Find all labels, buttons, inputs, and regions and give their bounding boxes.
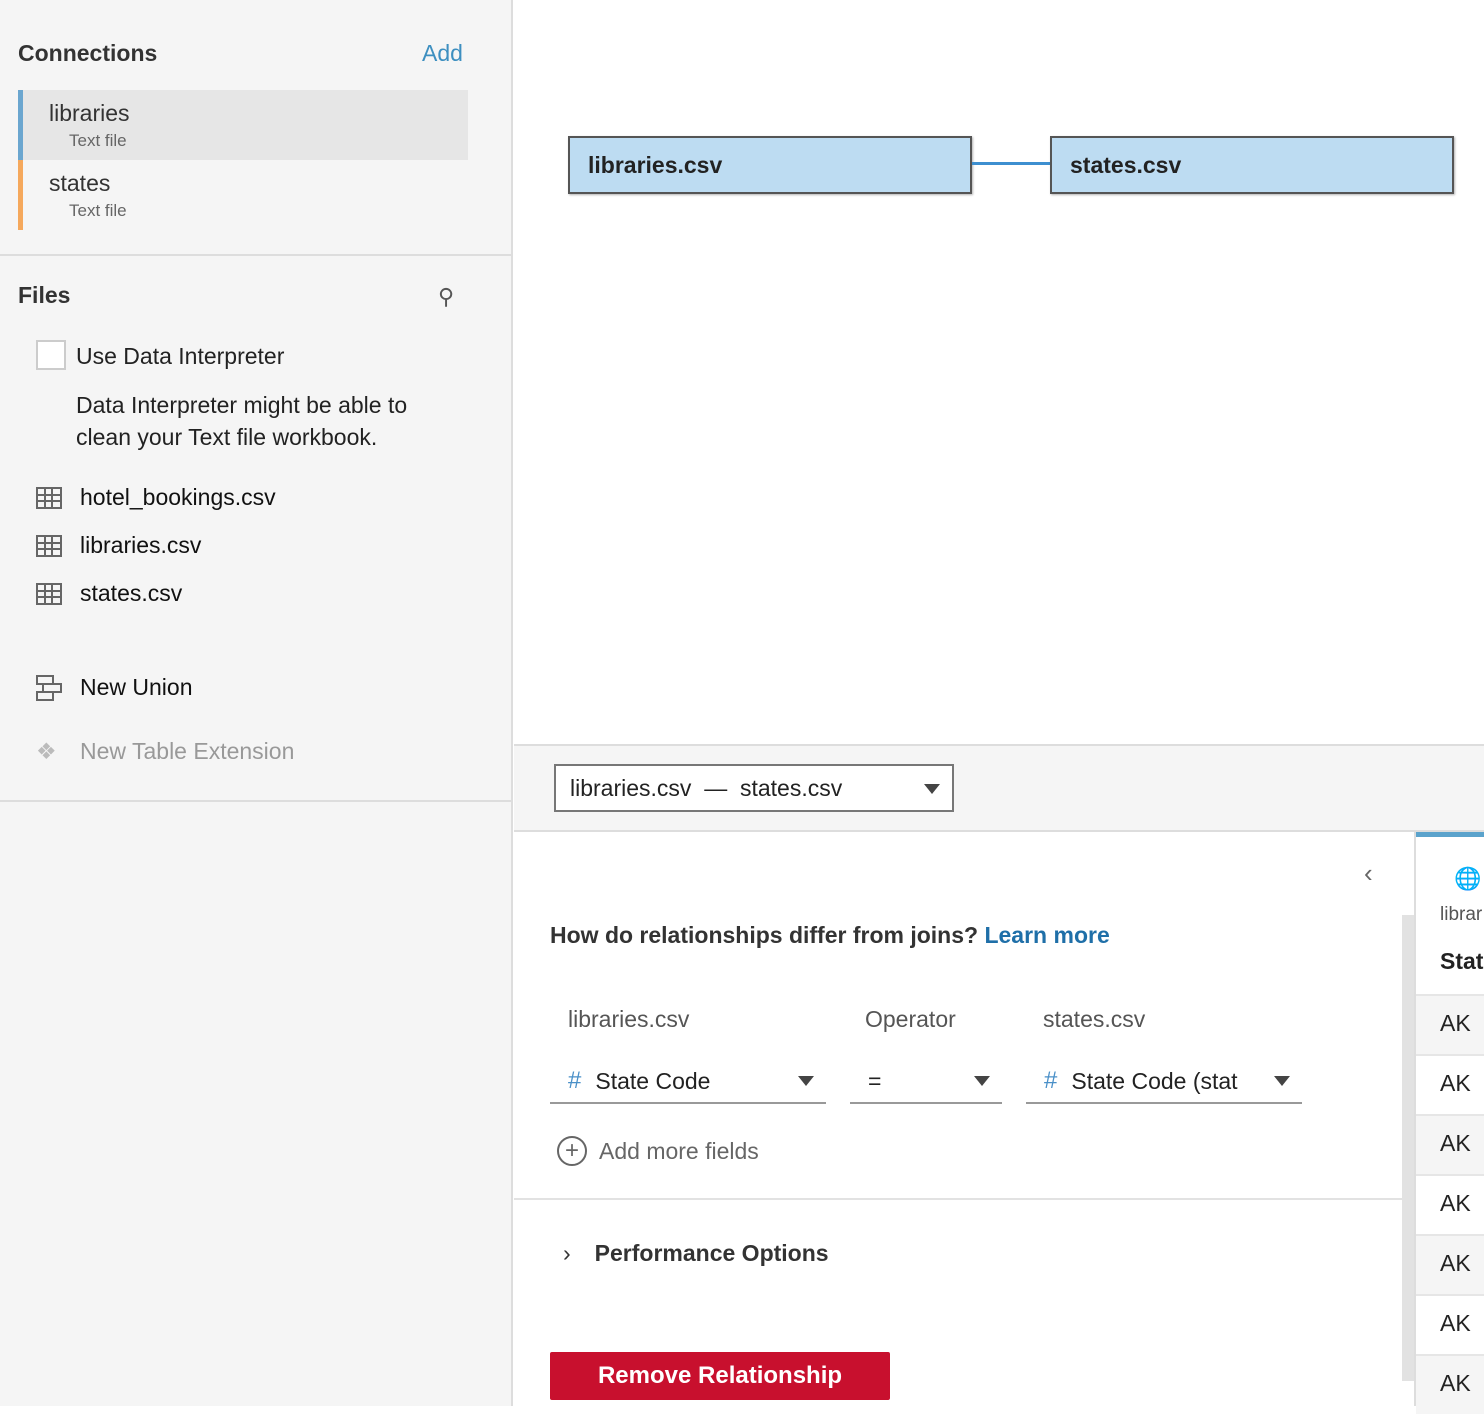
file-item[interactable]: states.csv <box>36 580 182 607</box>
chevron-down-icon <box>798 1076 814 1086</box>
relationship-noodle[interactable] <box>972 162 1050 165</box>
number-hash-icon: # <box>1044 1067 1058 1094</box>
preview-source: librar <box>1440 904 1483 925</box>
plus-circle-icon: + <box>557 1136 587 1166</box>
new-union-label: New Union <box>80 674 193 700</box>
column-header-right: states.csv <box>1043 1006 1146 1032</box>
union-icon <box>36 674 62 701</box>
new-table-extension-label: New Table Extension <box>80 738 295 764</box>
collapse-chevron-icon[interactable]: ‹ <box>1364 858 1373 889</box>
add-connection-link[interactable]: Add <box>422 40 463 67</box>
connection-name: states <box>49 170 111 196</box>
table-icon <box>36 582 62 605</box>
divider <box>514 1198 1402 1200</box>
canvas-table-libraries[interactable]: libraries.csv <box>568 136 972 194</box>
column-header-operator: Operator <box>865 1006 956 1032</box>
connection-states[interactable]: states Text file <box>18 160 468 230</box>
globe-icon: 🌐 <box>1454 866 1482 891</box>
column-header-left: libraries.csv <box>568 1006 690 1032</box>
chevron-down-icon <box>1274 1076 1290 1086</box>
left-field-select[interactable]: # State Code <box>550 1060 826 1104</box>
table-icon <box>36 486 62 509</box>
operator-value: = <box>868 1067 882 1094</box>
file-item[interactable]: libraries.csv <box>36 532 201 559</box>
divider <box>0 254 511 256</box>
file-name: hotel_bookings.csv <box>80 484 276 510</box>
performance-options-toggle[interactable]: › Performance Options <box>563 1240 829 1267</box>
table-row: AK <box>1416 1234 1484 1294</box>
remove-relationship-button[interactable]: Remove Relationship <box>550 1352 890 1400</box>
preview-column-header: Stat <box>1440 948 1484 974</box>
chevron-down-icon <box>974 1076 990 1086</box>
table-row: AK <box>1416 1354 1484 1414</box>
interpreter-checkbox[interactable] <box>36 340 66 370</box>
connection-libraries[interactable]: libraries Text file <box>18 90 468 160</box>
new-table-extension: ❖ New Table Extension <box>36 738 294 765</box>
number-hash-icon: # <box>568 1067 582 1094</box>
interpreter-label: Use Data Interpreter <box>76 343 285 369</box>
selector-left: libraries.csv <box>570 775 692 801</box>
connection-type: Text file <box>69 131 127 150</box>
table-row: AK <box>1416 994 1484 1054</box>
divider <box>0 800 511 802</box>
connection-type: Text file <box>69 201 127 220</box>
performance-options-label: Performance Options <box>594 1240 829 1266</box>
chevron-down-icon <box>924 784 940 794</box>
table-row: AK <box>1416 1174 1484 1234</box>
files-title: Files <box>18 282 71 308</box>
table-row: AK <box>1416 1114 1484 1174</box>
file-name: libraries.csv <box>80 532 202 558</box>
add-more-label: Add more fields <box>599 1137 759 1164</box>
left-field-value: State Code <box>595 1067 711 1094</box>
new-union[interactable]: New Union <box>36 674 193 701</box>
puzzle-icon: ❖ <box>36 738 57 764</box>
sidebar: Connections Add libraries Text file stat… <box>0 0 513 1406</box>
file-item[interactable]: hotel_bookings.csv <box>36 484 276 511</box>
question-text: How do relationships differ from joins? <box>550 922 979 948</box>
connections-title: Connections <box>18 40 158 66</box>
connection-name: libraries <box>49 100 130 126</box>
preview-accent <box>1416 832 1484 837</box>
table-row: AK <box>1416 1054 1484 1114</box>
add-more-fields-button[interactable]: + Add more fields <box>557 1136 759 1166</box>
selector-separator: — <box>704 775 728 801</box>
learn-more-link[interactable]: Learn more <box>984 922 1109 948</box>
search-icon[interactable]: ⚲ <box>438 284 454 310</box>
right-field-select[interactable]: # State Code (stat <box>1026 1060 1302 1104</box>
operator-select[interactable]: = <box>850 1060 1002 1104</box>
relationships-question: How do relationships differ from joins? … <box>550 922 1110 949</box>
table-icon <box>36 534 62 557</box>
right-field-value: State Code (stat <box>1071 1067 1238 1094</box>
scrollbar[interactable] <box>1402 915 1414 1381</box>
selector-right: states.csv <box>739 775 843 801</box>
canvas-table-states[interactable]: states.csv <box>1050 136 1454 194</box>
relationship-selector[interactable]: libraries.csv — states.csv <box>554 764 954 812</box>
file-name: states.csv <box>80 580 183 606</box>
table-row: AK <box>1416 1294 1484 1354</box>
chevron-right-icon: › <box>563 1240 571 1266</box>
interpreter-description: Data Interpreter might be able to clean … <box>76 392 408 450</box>
